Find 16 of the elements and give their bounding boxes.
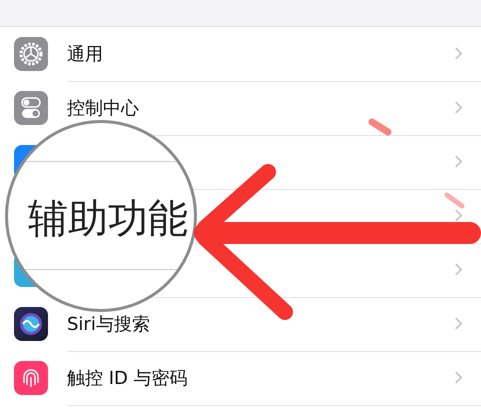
settings-label[interactable]: Siri与搜索 — [67, 312, 150, 336]
magnified-label: 辅助功能 — [28, 195, 188, 244]
settings-label[interactable]: 通用 — [67, 42, 103, 66]
chevron-icon — [454, 46, 463, 61]
gear-icon — [14, 37, 48, 71]
fingerprint-icon — [14, 361, 48, 395]
settings-label[interactable]: 触控 ID 与密码 — [67, 366, 188, 390]
siri-icon — [14, 307, 48, 341]
chevron-icon — [454, 100, 463, 115]
chevron-icon — [454, 316, 463, 331]
chevron-icon — [454, 208, 463, 223]
chevron-icon — [454, 370, 463, 385]
toggles-icon — [14, 91, 48, 125]
chevron-icon — [454, 154, 463, 169]
chevron-icon — [454, 262, 463, 277]
settings-label[interactable]: 控制中心 — [67, 96, 139, 120]
